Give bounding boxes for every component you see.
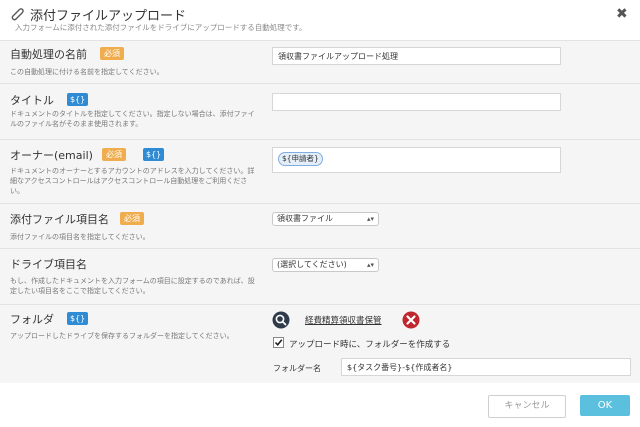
owner-input[interactable]: ${申請者} (272, 147, 561, 173)
automation-name-label: 自動処理の名前 (10, 48, 87, 61)
dialog-subtitle: 入力フォームに添付された添付ファイルをドライブにアップロードする自動処理です。 (15, 23, 307, 32)
close-icon[interactable]: ✖ (616, 6, 628, 22)
folder-label: フォルダ (10, 313, 54, 326)
drive-item-description: もし、作成したドキュメントを入力フォームの項目に設定するのであれば、設定したい項… (10, 277, 255, 295)
folder-description: アップロードしたドライブを保存するフォルダーを指定してください。 (10, 332, 234, 340)
folder-link[interactable]: 経費精算領収書保管 (305, 314, 382, 326)
chevron-updown-icon: ▴▾ (366, 215, 374, 223)
title-input[interactable] (272, 93, 561, 111)
drive-item-label: ドライブ項目名 (10, 258, 87, 271)
drive-item-select[interactable]: (選択してください) ▴▾ (272, 258, 379, 272)
required-badge: 必須 (102, 148, 126, 161)
attachment-description: 添付ファイルの項目名を指定してください。 (10, 233, 150, 241)
title-label: タイトル (10, 94, 54, 107)
variable-badge: ${} (67, 312, 89, 325)
cancel-button[interactable]: キャンセル (488, 395, 566, 418)
automation-name-input[interactable] (272, 47, 561, 65)
dialog-header: 添付ファイルアップロード 入力フォームに添付された添付ファイルをドライブにアップ… (0, 0, 640, 41)
dialog-footer: キャンセル OK (0, 383, 640, 427)
ok-button[interactable]: OK (580, 395, 630, 416)
owner-label: オーナー(email) (10, 149, 93, 162)
required-badge: 必須 (120, 212, 144, 225)
remove-icon[interactable] (402, 311, 420, 329)
attachment-selected: 領収書ファイル (277, 214, 333, 223)
paperclip-icon (11, 8, 24, 21)
chevron-updown-icon: ▴▾ (366, 261, 374, 269)
owner-variable-chip[interactable]: ${申請者} (278, 152, 323, 166)
search-icon[interactable] (272, 311, 290, 329)
upload-dialog: 添付ファイルアップロード 入力フォームに添付された添付ファイルをドライブにアップ… (0, 0, 640, 427)
variable-badge: ${} (67, 93, 89, 106)
attachment-select[interactable]: 領収書ファイル ▴▾ (272, 212, 379, 226)
row-folder: フォルダ ${} アップロードしたドライブを保存するフォルダーを指定してください… (0, 305, 640, 384)
row-attachment: 添付ファイル項目名 必須 添付ファイルの項目名を指定してください。 領収書ファイ… (0, 204, 640, 249)
row-title: タイトル ${} ドキュメントのタイトルを指定してください。指定しない場合は、添… (0, 84, 640, 140)
row-owner: オーナー(email) 必須 ${} ドキュメントのオーナーとするアカウントのア… (0, 140, 640, 204)
automation-name-description: この自動処理に付ける名前を指定してください。 (10, 68, 164, 76)
create-folder-checkbox[interactable] (273, 337, 284, 348)
create-folder-label: アップロード時に、フォルダーを作成する (289, 340, 451, 350)
row-automation-name: 自動処理の名前 必須 この自動処理に付ける名前を指定してください。 (0, 41, 640, 84)
title-description: ドキュメントのタイトルを指定してください。指定しない場合は、添付ファイルのファイ… (10, 110, 255, 128)
row-drive-item: ドライブ項目名 もし、作成したドキュメントを入力フォームの項目に設定するのであれ… (0, 249, 640, 305)
folder-name-label: フォルダー名 (273, 364, 321, 373)
checkmark-icon (274, 339, 283, 347)
attachment-label: 添付ファイル項目名 (10, 213, 109, 226)
required-badge: 必須 (100, 47, 124, 60)
variable-badge: ${} (143, 148, 165, 161)
folder-name-input[interactable] (341, 358, 631, 376)
drive-item-selected: (選択してください) (277, 260, 347, 269)
owner-description: ドキュメントのオーナーとするアカウントのアドレスを入力してください。詳細なアクセ… (10, 167, 255, 195)
